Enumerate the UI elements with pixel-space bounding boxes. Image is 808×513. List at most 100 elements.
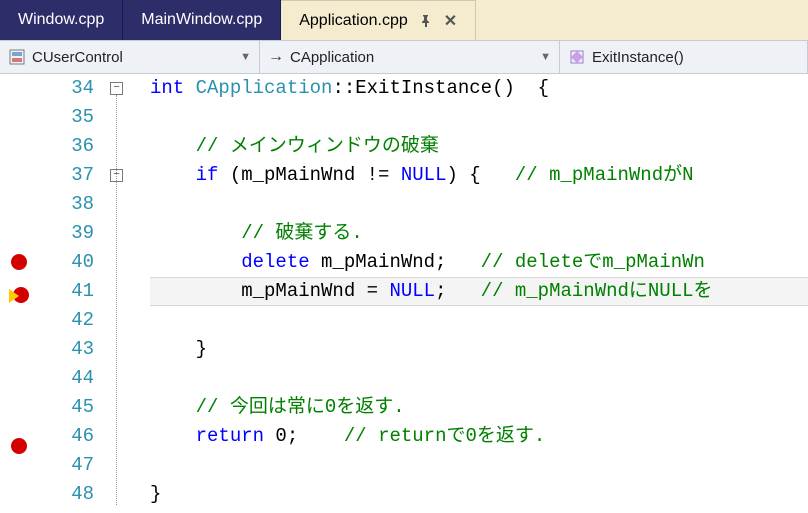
token-pln: (m_pMainWnd != (218, 164, 400, 186)
line-number-gutter: 343536373839404142434445464748 (38, 74, 106, 513)
token-kw: delete (241, 251, 309, 273)
class-dropdown[interactable]: → CApplication ▼ (260, 41, 560, 73)
token-pln (150, 135, 196, 157)
token-cmt: // メインウィンドウの破棄 (196, 135, 439, 157)
outline-row[interactable] (106, 103, 150, 132)
pin-icon[interactable] (420, 15, 432, 27)
tab-label: MainWindow.cpp (141, 11, 262, 29)
outline-row[interactable] (106, 277, 150, 306)
margin-row[interactable] (0, 467, 38, 496)
tab-application-cpp[interactable]: Application.cpp ✕ (281, 0, 476, 40)
token-cmt: // deleteでm_pMainWn (481, 251, 705, 273)
breakpoint-margin[interactable] (0, 74, 38, 513)
code-line[interactable] (150, 364, 808, 393)
line-number: 46 (38, 422, 94, 451)
outline-row[interactable]: − (106, 74, 150, 103)
token-kw: if (196, 164, 219, 186)
breakpoint-icon (11, 438, 27, 454)
margin-row[interactable] (0, 287, 38, 316)
code-line[interactable]: } (150, 480, 808, 509)
tab-mainwindow-cpp[interactable]: MainWindow.cpp (123, 0, 281, 40)
code-line[interactable] (150, 451, 808, 480)
token-pln (150, 396, 196, 418)
token-cmt: // 破棄する. (241, 222, 363, 244)
outline-row[interactable] (106, 393, 150, 422)
token-cmt: // m_pMainWndにNULLを (481, 280, 713, 302)
line-number: 37 (38, 161, 94, 190)
token-kw: NULL (389, 280, 435, 302)
margin-row[interactable] (0, 161, 38, 190)
line-number: 44 (38, 364, 94, 393)
fold-collapse-icon[interactable]: − (110, 82, 123, 95)
line-number: 42 (38, 306, 94, 335)
outline-row[interactable] (106, 451, 150, 480)
code-line[interactable]: m_pMainWnd = NULL; // m_pMainWndにNULLを (150, 277, 808, 306)
code-line[interactable]: int CApplication::ExitInstance() { (150, 74, 808, 103)
arrow-right-icon: → (268, 48, 284, 66)
code-line[interactable]: // メインウィンドウの破棄 (150, 132, 808, 161)
code-line[interactable] (150, 190, 808, 219)
close-icon[interactable]: ✕ (444, 11, 457, 31)
line-number: 47 (38, 451, 94, 480)
tab-window-cpp[interactable]: Window.cpp (0, 0, 123, 40)
token-pln: ::ExitInstance() { (332, 77, 549, 99)
outline-row[interactable] (106, 364, 150, 393)
outline-row[interactable]: − (106, 161, 150, 190)
breakpoint-current-icon (9, 287, 29, 307)
margin-row[interactable] (0, 374, 38, 403)
tab-label: Application.cpp (299, 12, 408, 30)
token-pln: } (150, 338, 207, 360)
margin-row[interactable] (0, 190, 38, 219)
token-pln (150, 222, 241, 244)
token-kw: NULL (401, 164, 447, 186)
outline-row[interactable] (106, 480, 150, 509)
token-pln: ; (435, 280, 481, 302)
line-number: 35 (38, 103, 94, 132)
code-area[interactable]: int CApplication::ExitInstance() { // メイ… (150, 74, 808, 513)
token-pln: 0; (264, 425, 344, 447)
outline-row[interactable] (106, 306, 150, 335)
margin-row[interactable] (0, 496, 38, 513)
margin-row[interactable] (0, 103, 38, 132)
scope-icon (8, 48, 26, 66)
margin-row[interactable] (0, 316, 38, 345)
outlining-margin[interactable]: −− (106, 74, 150, 513)
code-line[interactable]: // 今回は常に0を返す. (150, 393, 808, 422)
token-pln: ) { (446, 164, 514, 186)
code-editor[interactable]: 343536373839404142434445464748 −− int CA… (0, 74, 808, 513)
token-pln (150, 164, 196, 186)
code-line[interactable] (150, 103, 808, 132)
outline-row[interactable] (106, 219, 150, 248)
chevron-down-icon: ▼ (532, 51, 551, 63)
tab-bar-empty (476, 0, 808, 40)
outline-row[interactable] (106, 248, 150, 277)
code-line[interactable]: if (m_pMainWnd != NULL) { // m_pMainWndが… (150, 161, 808, 190)
code-line[interactable]: delete m_pMainWnd; // deleteでm_pMainWn (150, 248, 808, 277)
scope-dropdown[interactable]: CUserControl ▼ (0, 41, 260, 73)
code-line[interactable]: } (150, 335, 808, 364)
code-line[interactable]: return 0; // returnで0を返す. (150, 422, 808, 451)
fold-guide (116, 95, 117, 505)
outline-row[interactable] (106, 335, 150, 364)
margin-row[interactable] (0, 438, 38, 467)
line-number: 43 (38, 335, 94, 364)
code-line[interactable]: // 破棄する. (150, 219, 808, 248)
line-number: 41 (38, 277, 94, 306)
token-pln (150, 251, 241, 273)
margin-row[interactable] (0, 219, 38, 248)
line-number: 34 (38, 74, 94, 103)
member-label: ExitInstance() (592, 49, 684, 66)
chevron-down-icon: ▼ (232, 51, 251, 63)
outline-row[interactable] (106, 422, 150, 451)
outline-row[interactable] (106, 190, 150, 219)
line-number: 45 (38, 393, 94, 422)
member-dropdown[interactable]: ExitInstance() (560, 41, 808, 73)
code-line[interactable] (150, 306, 808, 335)
margin-row[interactable] (0, 345, 38, 374)
margin-row[interactable] (0, 132, 38, 161)
outline-row[interactable] (106, 132, 150, 161)
token-type: CApplication (196, 77, 333, 99)
margin-row[interactable] (0, 254, 38, 283)
margin-row[interactable] (0, 74, 38, 103)
margin-row[interactable] (0, 403, 38, 432)
